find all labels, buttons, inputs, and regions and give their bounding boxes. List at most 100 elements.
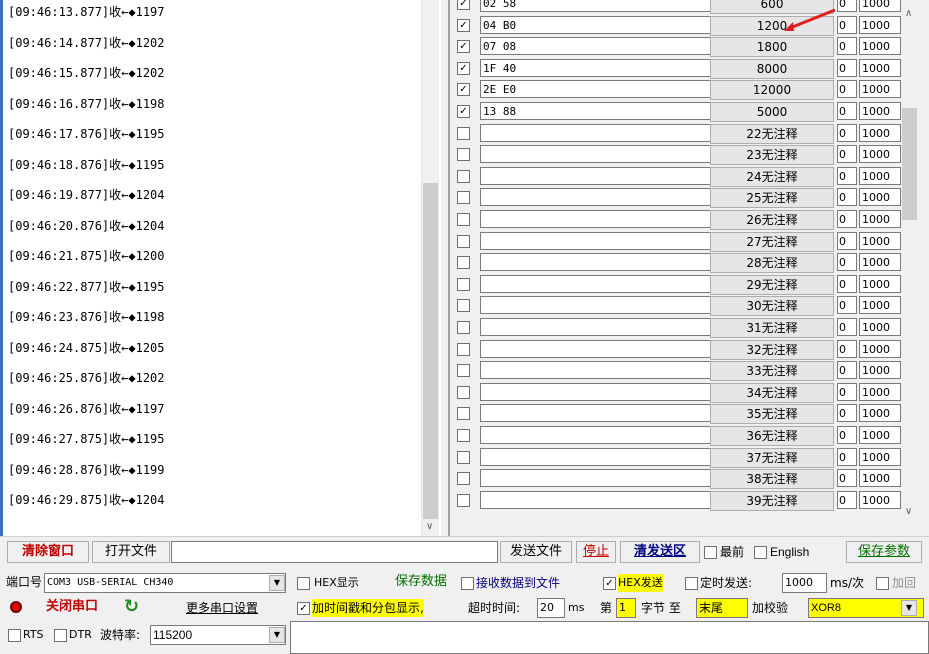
send-row-order-input[interactable]: 0: [837, 382, 857, 401]
send-row-delay-input[interactable]: 1000: [859, 339, 901, 358]
send-row-delay-input[interactable]: 1000: [859, 58, 901, 77]
send-row-order-input[interactable]: 0: [837, 490, 857, 509]
send-row-hex-input[interactable]: [480, 361, 725, 380]
send-row-button[interactable]: 28无注释: [710, 253, 834, 274]
send-row-checkbox[interactable]: [457, 277, 470, 291]
send-row-hex-input[interactable]: [480, 382, 725, 401]
send-row-order-input[interactable]: 0: [837, 274, 857, 293]
log-scrollbar[interactable]: ∨: [421, 0, 439, 536]
send-row-checkbox[interactable]: [457, 126, 470, 140]
send-row-delay-input[interactable]: 1000: [859, 296, 901, 315]
send-row-checkbox[interactable]: [457, 429, 470, 442]
send-row-button[interactable]: 8000: [710, 58, 834, 79]
send-row-checkbox[interactable]: ✓: [457, 40, 470, 54]
send-row-delay-input[interactable]: 1000: [859, 404, 901, 423]
send-row-checkbox[interactable]: [457, 342, 470, 356]
timed-interval-input[interactable]: 1000: [782, 573, 827, 593]
send-row-hex-input[interactable]: 2E E0: [480, 80, 725, 99]
send-row-button[interactable]: 31无注释: [710, 318, 834, 338]
send-row-button[interactable]: 23无注释: [710, 145, 834, 166]
send-row-order-input[interactable]: 0: [837, 166, 857, 185]
send-row-button[interactable]: 36无注释: [710, 426, 834, 446]
rts-checkbox[interactable]: [8, 629, 21, 642]
send-row-hex-input[interactable]: [480, 188, 725, 207]
send-row-delay-input[interactable]: 1000: [859, 188, 901, 207]
send-row-order-input[interactable]: 0: [837, 447, 857, 466]
send-row-hex-input[interactable]: [480, 296, 725, 315]
send-row-delay-input[interactable]: 1000: [859, 318, 901, 336]
send-row-button[interactable]: 37无注释: [710, 447, 834, 468]
send-row-order-input[interactable]: 0: [837, 58, 857, 77]
send-row-delay-input[interactable]: 1000: [859, 447, 901, 466]
chevron-down-icon[interactable]: ▼: [269, 575, 285, 591]
send-row-delay-input[interactable]: 1000: [859, 253, 901, 272]
send-row-delay-input[interactable]: 1000: [859, 210, 901, 228]
send-row-button[interactable]: 35无注释: [710, 404, 834, 425]
refresh-icon[interactable]: ↻: [124, 596, 139, 617]
hex-send-checkbox[interactable]: ✓: [603, 577, 616, 590]
send-list-scrollbar[interactable]: ∧ ∨: [901, 0, 918, 536]
send-row-button[interactable]: 27无注释: [710, 231, 834, 252]
scroll-up-icon[interactable]: ∧: [905, 8, 912, 19]
send-row-checkbox[interactable]: [457, 148, 470, 162]
send-row-checkbox[interactable]: ✓: [457, 105, 470, 118]
send-row-checkbox[interactable]: [457, 321, 470, 334]
send-row-button[interactable]: 26无注释: [710, 210, 834, 230]
send-row-checkbox[interactable]: ✓: [457, 83, 470, 97]
timestamp-checkbox[interactable]: ✓: [297, 602, 310, 615]
send-row-button[interactable]: 22无注释: [710, 123, 834, 144]
send-row-order-input[interactable]: 0: [837, 231, 857, 250]
send-row-checkbox[interactable]: [457, 191, 470, 205]
send-row-button[interactable]: 25无注释: [710, 188, 834, 209]
send-row-delay-input[interactable]: 1000: [859, 123, 901, 142]
send-row-delay-input[interactable]: 1000: [859, 145, 901, 164]
english-checkbox[interactable]: [754, 546, 767, 559]
send-row-delay-input[interactable]: 1000: [859, 231, 901, 250]
send-row-delay-input[interactable]: 1000: [859, 426, 901, 444]
send-row-hex-input[interactable]: [480, 490, 725, 509]
send-row-delay-input[interactable]: 1000: [859, 166, 901, 185]
send-row-button[interactable]: 32无注释: [710, 339, 834, 360]
topmost-checkbox[interactable]: [704, 546, 717, 559]
send-row-hex-input[interactable]: [480, 426, 725, 444]
baud-select[interactable]: 115200: [150, 625, 286, 645]
send-row-button[interactable]: 1800: [710, 37, 834, 58]
more-settings-link[interactable]: 更多串口设置: [186, 599, 258, 617]
send-row-button[interactable]: 5000: [710, 102, 834, 122]
send-row-delay-input[interactable]: 1000: [859, 102, 901, 120]
send-row-hex-input[interactable]: [480, 274, 725, 293]
send-row-hex-input[interactable]: [480, 447, 725, 466]
send-input-area[interactable]: [290, 621, 929, 654]
timed-send-checkbox[interactable]: [685, 577, 698, 590]
byte-end-select[interactable]: 末尾: [696, 598, 748, 618]
save-params-button[interactable]: 保存参数: [846, 541, 922, 563]
open-file-button[interactable]: 打开文件: [92, 541, 170, 563]
clear-window-button[interactable]: 清除窗口: [7, 541, 89, 563]
send-row-hex-input[interactable]: [480, 145, 725, 164]
send-row-checkbox[interactable]: [457, 472, 470, 486]
send-row-order-input[interactable]: 0: [837, 469, 857, 488]
send-row-delay-input[interactable]: 1000: [859, 80, 901, 99]
send-row-hex-input[interactable]: [480, 253, 725, 272]
dtr-checkbox[interactable]: [54, 629, 67, 642]
send-row-checkbox[interactable]: [457, 407, 470, 421]
stop-button[interactable]: 停止: [576, 541, 616, 563]
send-row-checkbox[interactable]: [457, 493, 470, 507]
send-row-delay-input[interactable]: 1000: [859, 490, 901, 509]
send-row-checkbox[interactable]: [457, 364, 470, 378]
send-row-order-input[interactable]: 0: [837, 80, 857, 99]
send-row-hex-input[interactable]: [480, 231, 725, 250]
send-row-hex-input[interactable]: [480, 404, 725, 423]
send-row-order-input[interactable]: 0: [837, 123, 857, 142]
send-row-hex-input[interactable]: [480, 210, 725, 228]
send-row-order-input[interactable]: 0: [837, 145, 857, 164]
send-row-order-input[interactable]: 0: [837, 253, 857, 272]
chevron-down-icon[interactable]: ▼: [269, 627, 285, 643]
chevron-down-icon[interactable]: ▼: [901, 600, 917, 616]
panel-splitter[interactable]: [441, 0, 448, 536]
send-row-checkbox[interactable]: [457, 385, 470, 399]
send-row-delay-input[interactable]: 1000: [859, 274, 901, 293]
receive-log-panel[interactable]: [09:46:13.877]收←◆1197 [09:46:14.877]收←◆12…: [0, 0, 441, 536]
send-row-order-input[interactable]: 0: [837, 318, 857, 336]
send-row-checkbox[interactable]: ✓: [457, 61, 470, 75]
